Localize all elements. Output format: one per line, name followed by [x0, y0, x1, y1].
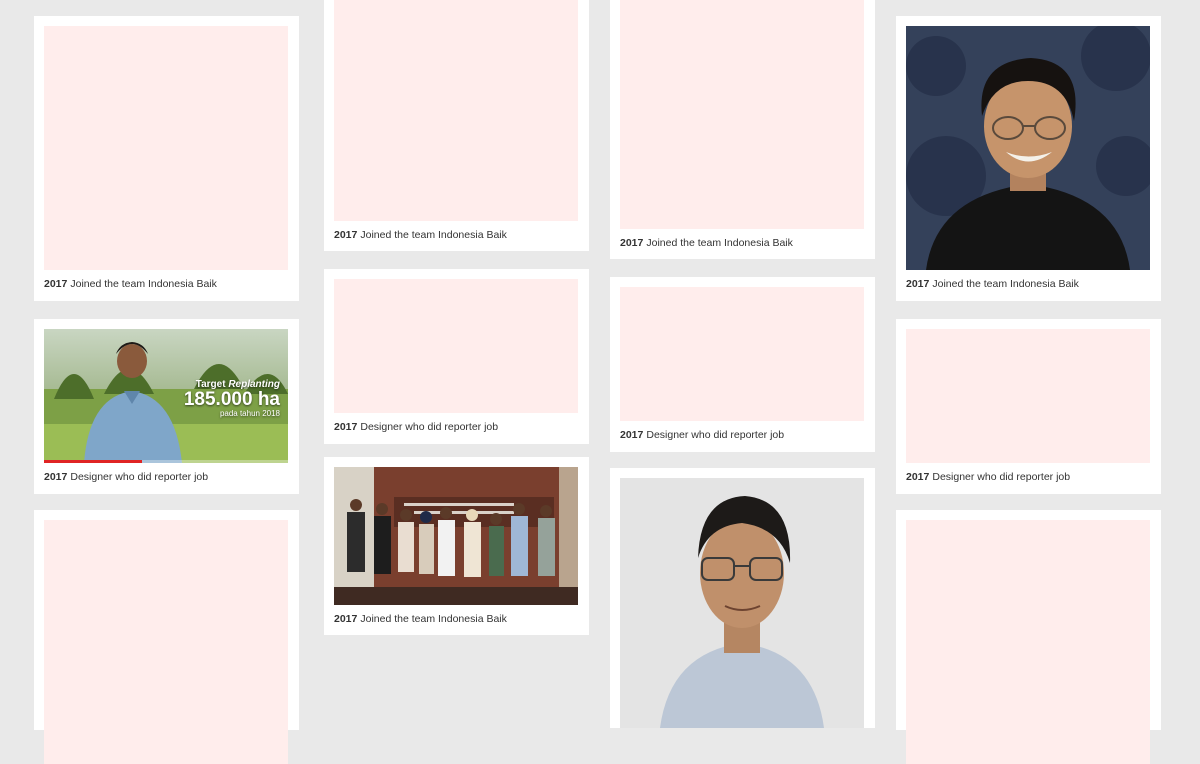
image-placeholder [334, 279, 578, 413]
caption-text: Designer who did reporter job [646, 429, 785, 441]
card-caption: 2017 Joined the team Indonesia Baik [334, 229, 579, 241]
portrait-man-glasses-image [620, 478, 864, 728]
gallery-card[interactable]: 2017 Joined the team Indonesia Baik [324, 457, 589, 635]
caption-year: 2017 [334, 229, 358, 241]
caption-text: Joined the team Indonesia Baik [70, 278, 217, 290]
video-progress-fill [44, 460, 142, 463]
card-caption: 2017 Designer who did reporter job [334, 421, 579, 433]
caption-year: 2017 [906, 471, 930, 483]
gallery-card[interactable]: 2017 Designer who did reporter job [324, 269, 589, 444]
caption-text: Designer who did reporter job [360, 421, 499, 433]
video-thumbnail[interactable]: Target Replanting 185.000 ha pada tahun … [44, 329, 288, 463]
gallery-card[interactable]: Target Replanting 185.000 ha pada tahun … [34, 319, 299, 494]
image-placeholder [906, 329, 1150, 463]
caption-text: Joined the team Indonesia Baik [932, 278, 1079, 290]
image-placeholder [906, 520, 1150, 764]
caption-year: 2017 [620, 237, 644, 249]
caption-text: Designer who did reporter job [70, 471, 209, 483]
image-placeholder [44, 26, 288, 270]
card-caption: 2017 Joined the team Indonesia Baik [620, 237, 865, 249]
portrait-smiling-man-image [906, 26, 1150, 270]
group-photo [334, 467, 578, 605]
video-progress-bar[interactable] [44, 460, 288, 463]
caption-text: Joined the team Indonesia Baik [646, 237, 793, 249]
caption-text: Joined the team Indonesia Baik [360, 613, 507, 625]
portrait-photo [620, 478, 864, 728]
group-photo-image [334, 467, 578, 605]
card-caption: 2017 Joined the team Indonesia Baik [44, 278, 289, 290]
caption-year: 2017 [620, 429, 644, 441]
card-caption: 2017 Designer who did reporter job [44, 471, 289, 483]
image-placeholder [334, 0, 578, 221]
card-caption: 2017 Joined the team Indonesia Baik [334, 613, 579, 625]
gallery-card[interactable]: 2017 Joined the team Indonesia Baik [610, 0, 875, 259]
caption-year: 2017 [334, 421, 358, 433]
gallery-card[interactable]: 2017 Designer who did reporter job [896, 319, 1161, 494]
image-placeholder [620, 287, 864, 421]
caption-text: Joined the team Indonesia Baik [360, 229, 507, 241]
image-placeholder [44, 520, 288, 764]
gallery-card[interactable]: 2017 Joined the team Indonesia Baik [324, 0, 589, 251]
card-caption: 2017 Designer who did reporter job [620, 429, 865, 441]
portrait-photo [906, 26, 1150, 270]
overlay-line2: 185.000 ha [183, 389, 280, 410]
caption-year: 2017 [44, 471, 68, 483]
image-placeholder [620, 0, 864, 229]
gallery-card[interactable] [34, 510, 299, 764]
gallery-card[interactable]: 2017 Designer who did reporter job [610, 277, 875, 452]
gallery-card[interactable] [610, 468, 875, 728]
gallery-card[interactable] [896, 510, 1161, 764]
card-caption: 2017 Designer who did reporter job [906, 471, 1151, 483]
caption-text: Designer who did reporter job [932, 471, 1071, 483]
card-caption: 2017 Joined the team Indonesia Baik [906, 278, 1151, 290]
video-text-overlay: Target Replanting 185.000 ha pada tahun … [184, 379, 280, 418]
caption-year: 2017 [906, 278, 930, 290]
caption-year: 2017 [334, 613, 358, 625]
overlay-line3: pada tahun 2018 [219, 409, 280, 418]
gallery-card[interactable]: 2017 Joined the team Indonesia Baik [896, 16, 1161, 301]
gallery-card[interactable]: 2017 Joined the team Indonesia Baik [34, 16, 299, 301]
caption-year: 2017 [44, 278, 68, 290]
